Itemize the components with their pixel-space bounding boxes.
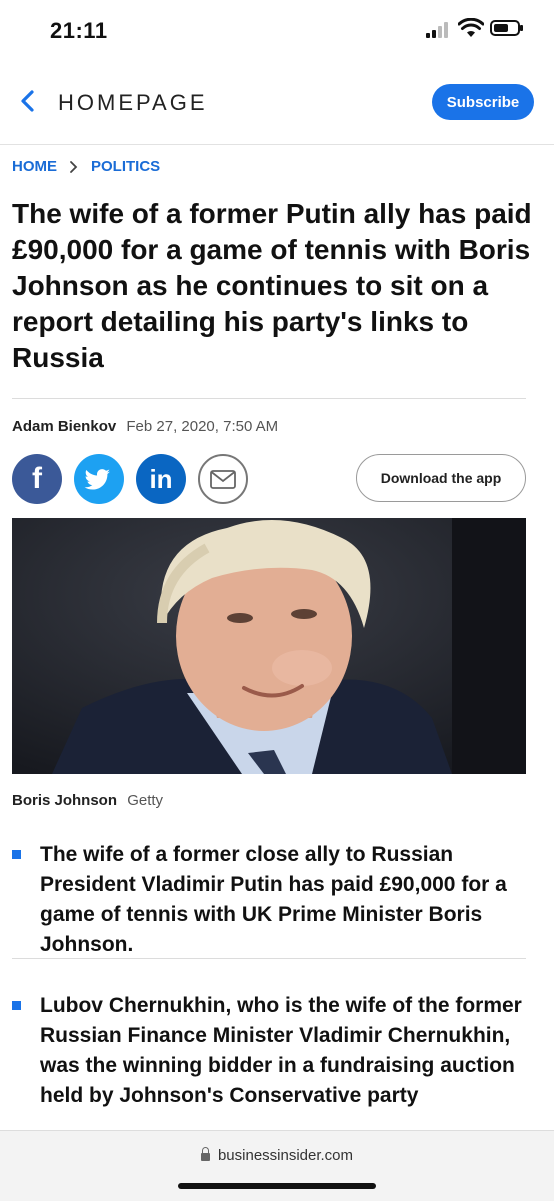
- portrait-image: [12, 518, 526, 774]
- byline: Adam Bienkov Feb 27, 2020, 7:50 AM: [12, 418, 278, 435]
- article-headline: The wife of a former Putin ally has paid…: [12, 198, 532, 373]
- caption-credit: Getty: [127, 792, 164, 809]
- facebook-icon: f: [32, 462, 42, 495]
- twitter-icon: [84, 469, 110, 490]
- breadcrumb-politics[interactable]: POLITICS: [91, 158, 160, 175]
- signal-icon: [426, 22, 452, 38]
- status-bar: 21:11: [0, 0, 554, 60]
- email-share-button[interactable]: [198, 454, 248, 504]
- author-name[interactable]: Adam Bienkov: [12, 418, 116, 435]
- twitter-share-button[interactable]: [74, 454, 124, 504]
- download-app-button[interactable]: Download the app: [356, 454, 526, 502]
- envelope-icon: [210, 470, 236, 489]
- url-display[interactable]: businessinsider.com: [0, 1147, 554, 1164]
- breadcrumb-home[interactable]: HOME: [12, 158, 57, 175]
- publish-date: Feb 27, 2020, 7:50 AM: [126, 418, 279, 435]
- browser-address-bar[interactable]: businessinsider.com: [0, 1130, 554, 1201]
- chevron-right-icon: [70, 160, 78, 173]
- subscribe-button[interactable]: Subscribe: [432, 84, 534, 120]
- lock-icon: [200, 1147, 210, 1161]
- battery-icon: [490, 20, 523, 36]
- wifi-icon: [458, 18, 484, 37]
- breadcrumb: HOME POLITICS: [12, 158, 160, 175]
- caption-name: Boris Johnson: [12, 792, 118, 809]
- homepage-link[interactable]: HOMEPAGE: [58, 90, 208, 116]
- linkedin-share-button[interactable]: in: [136, 454, 186, 504]
- status-time: 21:11: [50, 18, 108, 43]
- site-header: HOMEPAGE Subscribe: [0, 62, 554, 145]
- divider: [12, 398, 526, 399]
- summary-list: The wife of a former close ally to Russi…: [12, 840, 526, 1111]
- back-chevron-icon[interactable]: [16, 87, 40, 115]
- linkedin-icon: in: [149, 463, 173, 494]
- article-photo: [12, 518, 526, 774]
- facebook-share-button[interactable]: f: [12, 454, 62, 504]
- summary-bullet: The wife of a former close ally to Russi…: [12, 840, 526, 959]
- summary-bullet: Lubov Chernukhin, who is the wife of the…: [12, 991, 526, 1111]
- url-text: businessinsider.com: [217, 1147, 354, 1164]
- photo-caption: Boris Johnson Getty: [12, 792, 163, 809]
- home-indicator[interactable]: [178, 1183, 376, 1189]
